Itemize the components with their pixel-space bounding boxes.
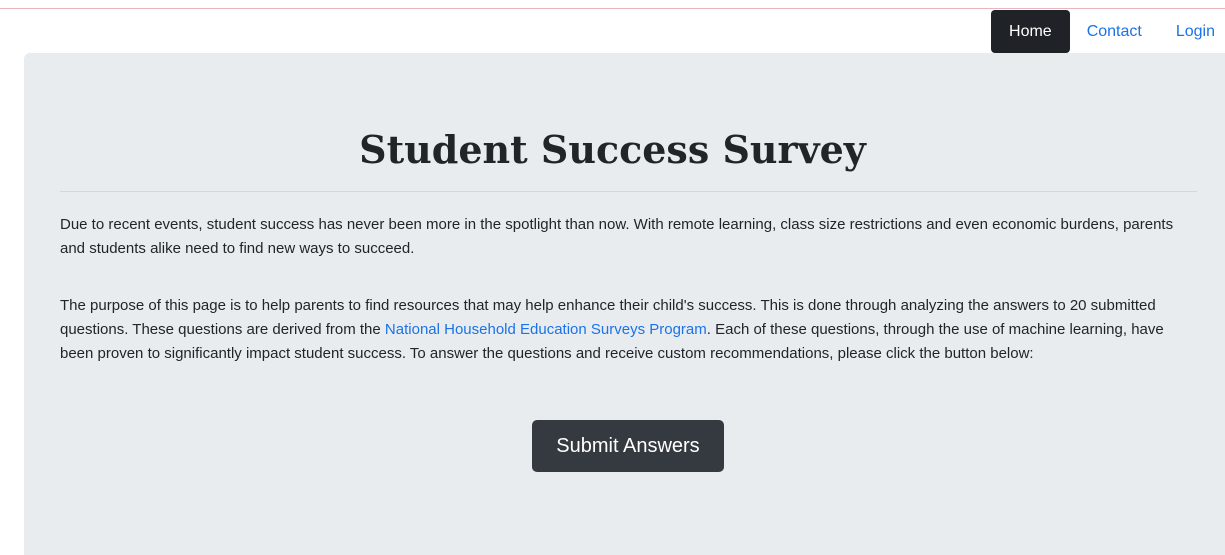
page-title: Student Success Survey [359,127,866,172]
nav-home-link[interactable]: Home [991,10,1070,53]
top-border-line [0,8,1225,9]
top-nav: Home Contact Login [991,10,1225,53]
intro-paragraph: Due to recent events, student success ha… [60,216,1174,257]
purpose-paragraph: The purpose of this page is to help pare… [60,294,1200,366]
nav-login-link[interactable]: Login [1159,10,1225,53]
nhes-program-link[interactable]: National Household Education Surveys Pro… [385,321,707,338]
submit-answers-button[interactable]: Submit Answers [532,420,724,472]
nav-contact-link[interactable]: Contact [1070,10,1159,53]
title-divider [60,191,1197,192]
